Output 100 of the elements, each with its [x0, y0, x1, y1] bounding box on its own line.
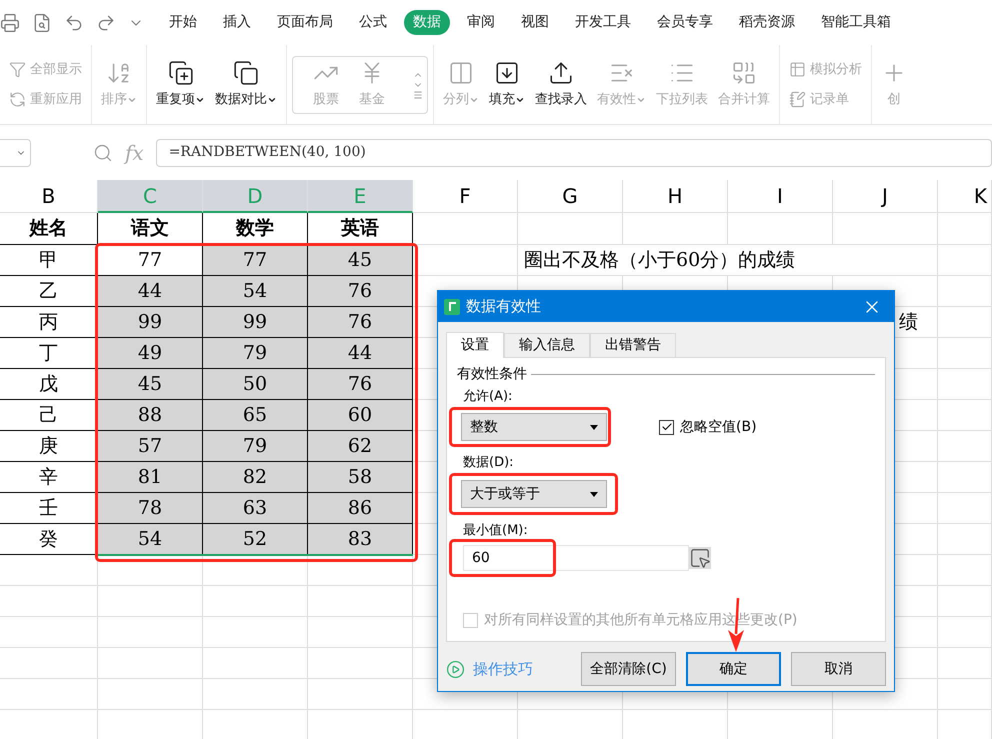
- table-cell: [938, 369, 992, 400]
- table-cell: 88: [98, 400, 203, 431]
- print-preview-icon[interactable]: [32, 12, 52, 32]
- columns-icon: [448, 60, 474, 86]
- table-cell: [938, 462, 992, 493]
- column-header[interactable]: J: [833, 180, 938, 213]
- menu-tab[interactable]: 智能工具箱: [812, 10, 900, 35]
- field-label: 最小值(M):: [463, 523, 528, 539]
- refresh-icon: [9, 91, 26, 108]
- menu-tab[interactable]: 稻壳资源: [730, 10, 804, 35]
- combine-icon: [731, 60, 757, 86]
- table-cell: 50: [203, 369, 308, 400]
- column-header[interactable]: F: [413, 180, 518, 213]
- menu-tab[interactable]: 审阅: [458, 10, 504, 35]
- filter-icon: [9, 61, 26, 78]
- table-cell: 79: [203, 338, 308, 369]
- menu-tab[interactable]: 会员专享: [648, 10, 722, 35]
- menu-tab[interactable]: 公式: [350, 10, 396, 35]
- table-cell: 45: [308, 245, 413, 276]
- column-header[interactable]: B: [0, 180, 98, 213]
- table-cell: 44: [98, 276, 203, 307]
- table-cell: 78: [98, 493, 203, 524]
- caret-icon: [590, 424, 598, 430]
- compare-icon: [233, 60, 259, 86]
- table-cell: 49: [98, 338, 203, 369]
- menu-tab[interactable]: 开发工具: [566, 10, 640, 35]
- ribbon-button[interactable]: 查找录入: [535, 60, 587, 110]
- table-cell: 77: [203, 245, 308, 276]
- table-cell: [938, 276, 992, 307]
- fill-down-icon: [494, 60, 520, 86]
- undo-icon[interactable]: [64, 12, 84, 32]
- caret-icon: [590, 492, 598, 496]
- magnifier-icon[interactable]: [93, 142, 113, 162]
- table-cell: [938, 586, 992, 617]
- table-cell: [938, 431, 992, 462]
- minimum-input[interactable]: 60: [463, 545, 689, 571]
- column-header[interactable]: I: [728, 180, 833, 213]
- ribbon-button[interactable]: 数据对比: [215, 60, 277, 110]
- table-cell: 58: [308, 462, 413, 493]
- table-cell: [938, 213, 992, 245]
- table-cell: 45: [98, 369, 203, 400]
- checkbox-option[interactable]: 忽略空值(B): [659, 416, 757, 438]
- table-cell: 83: [308, 524, 413, 555]
- dialog-tab[interactable]: 设置: [446, 332, 504, 358]
- table-cell: [938, 245, 992, 276]
- table-cell: 86: [308, 493, 413, 524]
- table-cell: [938, 555, 992, 586]
- formula-field[interactable]: =RANDBETWEEN(40, 100): [156, 138, 992, 166]
- table-cell: [938, 617, 992, 648]
- dropdown-select[interactable]: 大于或等于: [461, 480, 607, 508]
- table-cell: 57: [98, 431, 203, 462]
- ribbon-button[interactable]: 填充: [489, 60, 525, 110]
- table-cell: 76: [308, 307, 413, 338]
- ribbon-button[interactable]: 重复项: [156, 60, 205, 110]
- table-cell: 52: [203, 524, 308, 555]
- table-cell: [938, 493, 992, 524]
- menu-tab[interactable]: 开始: [160, 10, 206, 35]
- column-header[interactable]: K: [938, 180, 992, 213]
- table-cell: 圈出不及格（小于60分）的成绩: [518, 245, 938, 276]
- table-cell: 99: [203, 307, 308, 338]
- redo-icon[interactable]: [96, 12, 116, 32]
- table-cell: 76: [308, 369, 413, 400]
- table-cell: 77: [98, 245, 203, 276]
- dialog-button[interactable]: 全部清除(C): [581, 652, 676, 686]
- table-cell: 44: [308, 338, 413, 369]
- play-icon: [446, 660, 465, 678]
- checkbox[interactable]: [659, 420, 674, 434]
- menu-tab[interactable]: 插入: [214, 10, 260, 35]
- table-cell: [938, 524, 992, 555]
- table-cell: 65: [203, 400, 308, 431]
- upload-tray-icon: [548, 60, 574, 86]
- group-label: 有效性条件: [457, 365, 527, 384]
- dropdown-select[interactable]: 整数: [461, 413, 607, 441]
- print-icon[interactable]: [0, 12, 20, 32]
- table-cell: 76: [308, 276, 413, 307]
- column-header[interactable]: G: [518, 180, 623, 213]
- field-label: 允许(A):: [463, 389, 512, 405]
- table-cell: [938, 648, 992, 679]
- table-cell: 54: [98, 524, 203, 555]
- app-logo-icon: [444, 298, 460, 314]
- table-cell: 99: [98, 307, 203, 338]
- table-cell: [938, 400, 992, 431]
- duplicate-icon: [168, 60, 194, 86]
- table-cell: 姓名: [0, 213, 98, 245]
- dialog-button[interactable]: 确定: [686, 652, 781, 686]
- menu-tab[interactable]: 页面布局: [268, 10, 342, 35]
- table-cell: [938, 307, 992, 338]
- dialog-title: 数据有效性: [466, 296, 541, 318]
- menu-tab[interactable]: 视图: [512, 10, 558, 35]
- field-label: 数据(D):: [463, 455, 514, 471]
- table-cell: 62: [308, 431, 413, 462]
- column-header[interactable]: H: [623, 180, 728, 213]
- dialog-tab[interactable]: 出错警告: [590, 333, 676, 357]
- table-cell: [938, 679, 992, 710]
- table-cell: 60: [308, 400, 413, 431]
- dialog-tab[interactable]: 输入信息: [504, 333, 590, 357]
- table-cell: 63: [203, 493, 308, 524]
- range-select-icon[interactable]: [689, 547, 711, 569]
- dialog-button[interactable]: 取消: [791, 652, 886, 686]
- table-cell: 79: [203, 431, 308, 462]
